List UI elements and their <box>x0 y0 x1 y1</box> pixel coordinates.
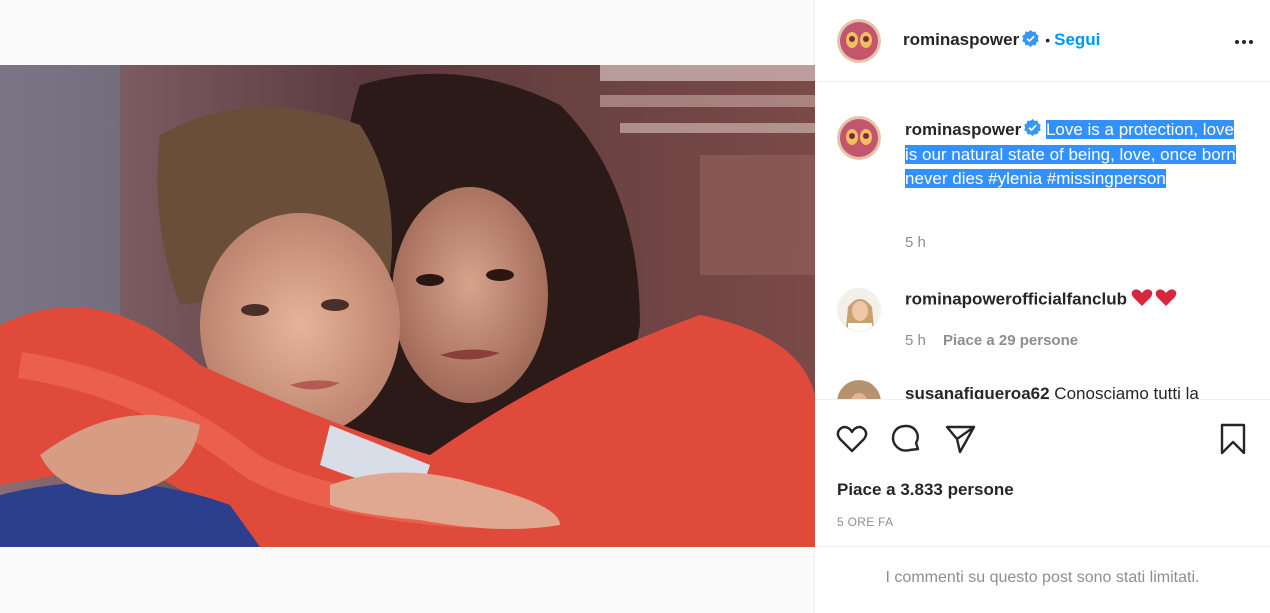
action-bar <box>815 400 1270 480</box>
follow-button[interactable]: Segui <box>1054 30 1100 49</box>
verified-badge-icon <box>1022 30 1040 52</box>
comment-2: susanafigueroa62 Conosciamo tutti la <box>905 384 1199 400</box>
verified-badge-icon <box>1024 118 1042 143</box>
save-bookmark-icon[interactable] <box>1216 422 1250 456</box>
commenter-avatar[interactable] <box>837 288 881 332</box>
comment-text <box>1131 288 1177 313</box>
author-avatar[interactable] <box>837 19 881 63</box>
post-side-panel: rominaspower • Segui rominaspower Love i… <box>815 0 1270 613</box>
header-user-line: rominaspower • Segui <box>903 30 1100 52</box>
post-date: 5 ORE FA <box>837 515 894 529</box>
comment-icon[interactable] <box>889 422 923 456</box>
comment-likes[interactable]: Piace a 29 persone <box>943 332 1078 349</box>
post-caption: rominaspower Love is a protection, love … <box>905 118 1245 191</box>
commenter-avatar[interactable] <box>837 380 881 399</box>
separator-dot: • <box>1045 32 1051 49</box>
caption-time: 5 h <box>905 234 926 251</box>
post-photo[interactable] <box>0 65 815 547</box>
instagram-post: rominaspower • Segui rominaspower Love i… <box>0 0 1270 613</box>
likes-count[interactable]: Piace a 3.833 persone <box>837 480 1014 500</box>
comment-username[interactable]: rominapowerofficialfanclub <box>905 290 1127 309</box>
caption-author-avatar[interactable] <box>837 116 881 160</box>
comment-username[interactable]: susanafigueroa62 <box>905 384 1050 399</box>
like-heart-icon[interactable] <box>835 422 869 456</box>
comment-1: rominapowerofficialfanclub <box>905 288 1177 313</box>
share-icon[interactable] <box>943 422 977 456</box>
author-username[interactable]: rominaspower <box>903 30 1019 49</box>
more-options-icon[interactable] <box>1232 30 1256 54</box>
post-media-panel <box>0 0 815 613</box>
post-header: rominaspower • Segui <box>815 0 1270 82</box>
comments-area[interactable]: rominaspower Love is a protection, love … <box>815 82 1270 400</box>
comment-text: Conosciamo tutti la <box>1054 384 1199 400</box>
comment-time: 5 h <box>905 332 926 349</box>
comments-limited-notice: I commenti su questo post sono stati lim… <box>815 546 1270 613</box>
caption-username[interactable]: rominaspower <box>905 120 1021 139</box>
